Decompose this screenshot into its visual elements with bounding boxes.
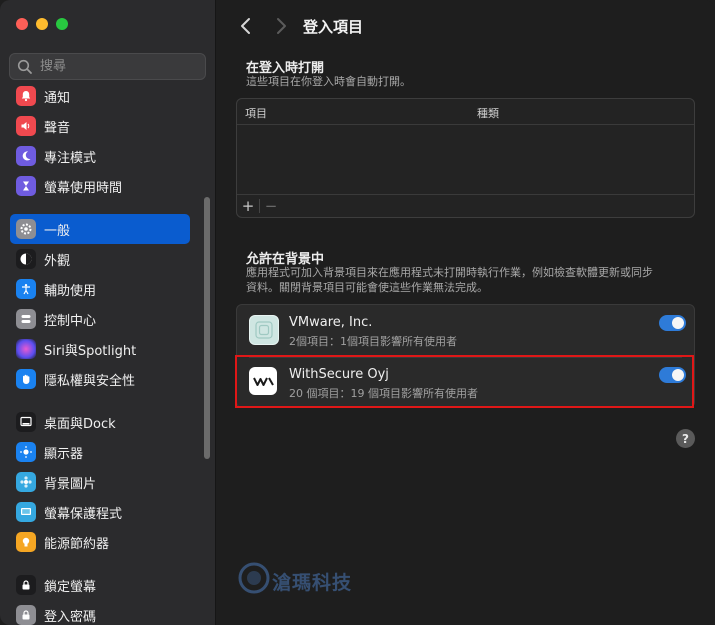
page-title: 登入項目: [303, 18, 364, 36]
watermark: 滄瑪科技: [236, 562, 353, 595]
watermark-text: 滄瑪科技: [272, 572, 353, 594]
remove-item-button[interactable]: −: [260, 196, 282, 216]
back-icon[interactable]: [236, 15, 256, 37]
sidebar-item-sound[interactable]: 聲音: [10, 111, 190, 141]
siri-icon: [16, 339, 36, 359]
login-items-table[interactable]: 項目 種類 + −: [236, 98, 695, 218]
sidebar-item-desktop-dock[interactable]: 桌面與Dock: [10, 407, 190, 437]
sidebar-item-displays[interactable]: 顯示器: [10, 437, 190, 467]
search-icon: [17, 59, 32, 74]
sidebar-item-label: 專注模式: [44, 150, 97, 166]
close-window-button[interactable]: [16, 18, 28, 30]
vmware-app-icon: [249, 315, 279, 345]
header-divider: [237, 124, 694, 125]
control-center-icon: [16, 309, 36, 329]
sidebar-item-general[interactable]: 一般: [10, 214, 190, 244]
sidebar-item-label: 能源節約器: [44, 536, 110, 552]
hourglass-icon: [16, 176, 36, 196]
sidebar-scrollbar[interactable]: [204, 197, 210, 459]
sidebar-item-label: 螢幕使用時間: [44, 180, 123, 196]
list-item[interactable]: VMware, Inc. 2個項目：1個項目影響所有使用者: [237, 305, 696, 357]
sidebar-item-label: 聲音: [44, 120, 71, 136]
dock-icon: [16, 412, 36, 432]
open-at-login-subtitle: 這些項目在你登入時會自動打開。: [246, 75, 411, 88]
item-detail: 2個項目：1個項目影響所有使用者: [289, 335, 457, 348]
sidebar-item-privacy-security[interactable]: 隱私權與安全性: [10, 364, 190, 394]
sidebar-item-label: 一般: [44, 223, 71, 239]
sidebar-item-label: 控制中心: [44, 313, 97, 329]
watermark-logo-icon: [238, 562, 270, 594]
help-button[interactable]: ?: [676, 429, 695, 448]
speaker-icon: [16, 116, 36, 136]
sidebar-item-lock-screen[interactable]: 鎖定螢幕: [10, 570, 190, 600]
sidebar-item-energy-saver[interactable]: 能源節約器: [10, 527, 190, 557]
gear-icon: [16, 219, 36, 239]
column-header-item[interactable]: 項目: [245, 105, 267, 121]
toggle-knob: [672, 317, 684, 329]
allow-background-subtitle-2: 資料。關閉背景項目可能會使這些作業無法完成。: [246, 281, 488, 294]
accessibility-icon: [16, 279, 36, 299]
sidebar-item-notifications[interactable]: 通知: [10, 81, 190, 111]
item-name: VMware, Inc.: [289, 315, 373, 330]
bell-icon: [16, 86, 36, 106]
search-input[interactable]: [38, 58, 192, 75]
appearance-icon: [16, 249, 36, 269]
sidebar-item-login-password[interactable]: 登入密碼: [10, 600, 190, 625]
search-field[interactable]: [9, 53, 206, 80]
sidebar-item-label: 桌面與Dock: [44, 416, 116, 432]
sidebar-item-label: 通知: [44, 90, 71, 106]
moon-icon: [16, 146, 36, 166]
highlight-box: [235, 355, 694, 408]
lock-screen-icon: [16, 575, 36, 595]
sidebar-item-label: 隱私權與安全性: [44, 373, 136, 389]
sidebar-item-focus[interactable]: 專注模式: [10, 141, 190, 171]
sun-icon: [16, 442, 36, 462]
sidebar-item-label: 螢幕保護程式: [44, 506, 123, 522]
bulb-icon: [16, 532, 36, 552]
sidebar-item-label: 背景圖片: [44, 476, 97, 492]
minimize-window-button[interactable]: [36, 18, 48, 30]
zoom-window-button[interactable]: [56, 18, 68, 30]
sidebar-item-appearance[interactable]: 外觀: [10, 244, 190, 274]
forward-icon[interactable]: [271, 15, 291, 37]
lock-icon: [16, 605, 36, 625]
hand-icon: [16, 369, 36, 389]
sidebar-item-label: 鎖定螢幕: [44, 579, 97, 595]
sidebar-item-screen-saver[interactable]: 螢幕保護程式: [10, 497, 190, 527]
table-footer: + −: [237, 194, 694, 217]
allow-background-subtitle-1: 應用程式可加入背景項目來在應用程式未打開時執行作業，例如檢查軟體更新或同步: [246, 266, 653, 279]
sidebar: 通知 聲音 專注模式 螢幕使用時間: [0, 0, 216, 625]
sidebar-item-label: 登入密碼: [44, 609, 97, 625]
window-controls: [16, 18, 68, 30]
sidebar-item-screen-time[interactable]: 螢幕使用時間: [10, 171, 190, 201]
main-pane: 登入項目 在登入時打開 這些項目在你登入時會自動打開。 項目 種類 + − 允許…: [216, 0, 715, 625]
sidebar-item-siri-spotlight[interactable]: Siri與Spotlight: [10, 334, 190, 364]
sidebar-item-label: 輔助使用: [44, 283, 97, 299]
screensaver-icon: [16, 502, 36, 522]
vmware-toggle[interactable]: [659, 315, 686, 331]
wallpaper-icon: [16, 472, 36, 492]
sidebar-item-control-center[interactable]: 控制中心: [10, 304, 190, 334]
sidebar-item-label: Siri與Spotlight: [44, 343, 137, 359]
add-item-button[interactable]: +: [237, 196, 259, 216]
sidebar-item-accessibility[interactable]: 輔助使用: [10, 274, 190, 304]
sidebar-item-label: 外觀: [44, 253, 71, 269]
column-header-kind[interactable]: 種類: [477, 105, 499, 121]
sidebar-item-wallpaper[interactable]: 背景圖片: [10, 467, 190, 497]
sidebar-item-label: 顯示器: [44, 446, 84, 462]
system-settings-window: 通知 聲音 專注模式 螢幕使用時間: [0, 0, 715, 625]
